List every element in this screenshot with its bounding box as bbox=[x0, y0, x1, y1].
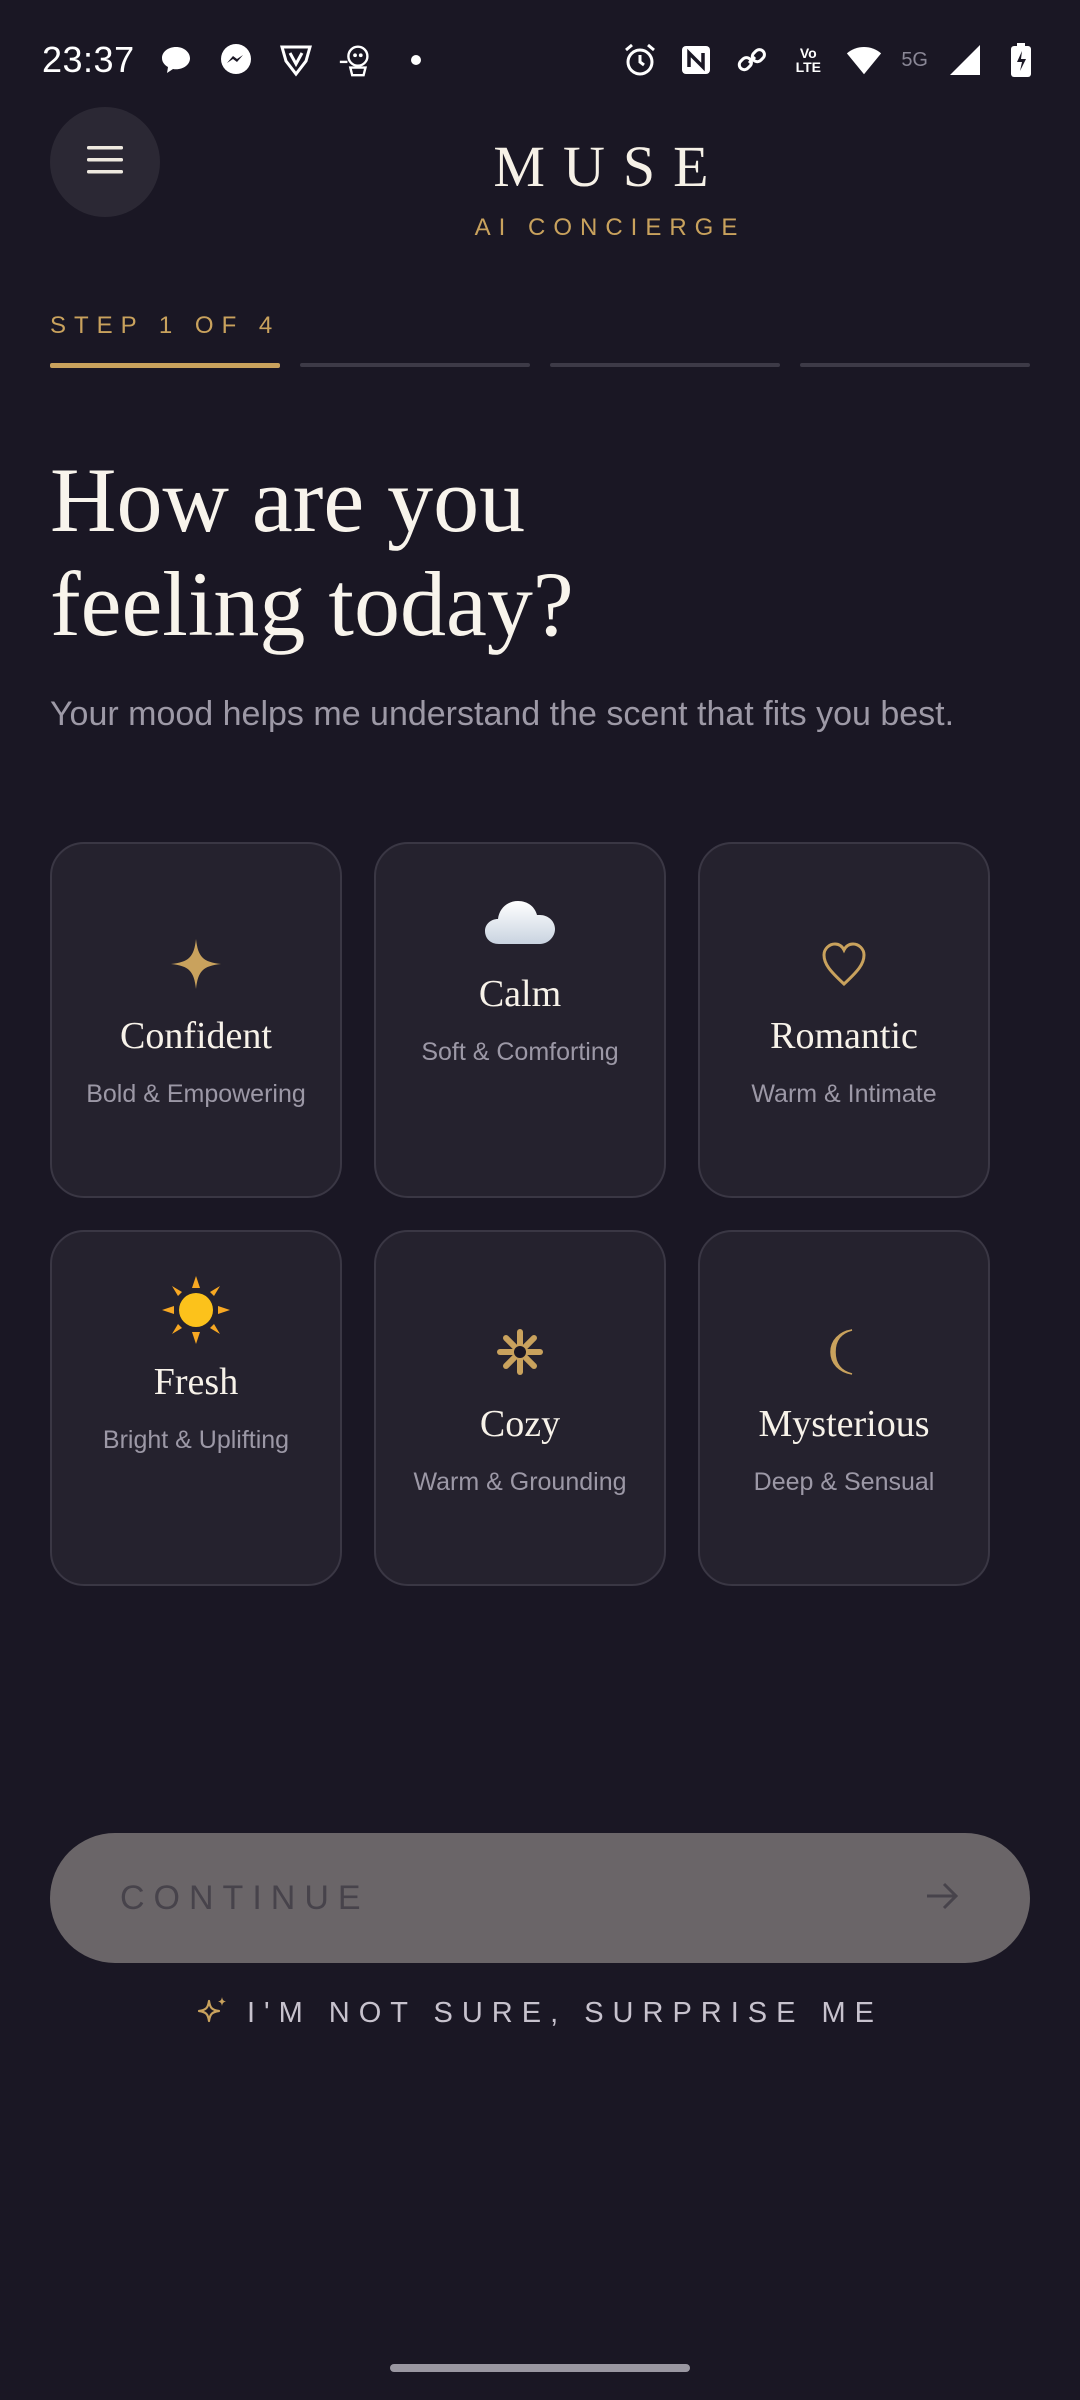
home-indicator[interactable] bbox=[390, 2364, 690, 2372]
status-bar-left: 23:37 bbox=[42, 39, 435, 81]
mascot-icon bbox=[337, 41, 375, 79]
brand-title: MUSE bbox=[493, 134, 727, 199]
progress-segment-3 bbox=[550, 363, 780, 367]
mood-title: Cozy bbox=[479, 1402, 561, 1445]
heart-outline-icon bbox=[820, 932, 868, 996]
mood-card-cozy[interactable]: Cozy Warm & Grounding bbox=[374, 1230, 666, 1586]
mood-description: Bright & Uplifting bbox=[102, 1425, 290, 1454]
app-screen: 23:37 Vo LTE 5G MUSE AI CONCIERGE STEP 1… bbox=[0, 0, 1080, 2400]
sparkles-icon bbox=[197, 1995, 229, 2032]
status-bar: 23:37 Vo LTE 5G bbox=[0, 0, 1080, 120]
nfc-icon bbox=[677, 41, 715, 79]
cloud-icon bbox=[483, 890, 557, 954]
dot-icon bbox=[397, 41, 435, 79]
progress-segment-2 bbox=[300, 363, 530, 367]
mood-description: Warm & Grounding bbox=[413, 1467, 627, 1496]
shield-v-icon bbox=[277, 41, 315, 79]
asterisk-flower-icon bbox=[495, 1320, 545, 1384]
battery-icon bbox=[1002, 41, 1040, 79]
continue-label: CONTINUE bbox=[120, 1878, 370, 1917]
mood-title: Confident bbox=[120, 1014, 272, 1057]
mood-card-fresh[interactable]: Fresh Bright & Uplifting bbox=[50, 1230, 342, 1586]
continue-button[interactable]: CONTINUE bbox=[50, 1833, 1030, 1963]
mood-title: Calm bbox=[478, 972, 562, 1015]
page-title: How are you feeling today? bbox=[50, 448, 950, 656]
progress-segment-1 bbox=[50, 363, 280, 368]
mood-title: Fresh bbox=[153, 1360, 239, 1403]
page-subtitle: Your mood helps me understand the scent … bbox=[50, 695, 955, 733]
mood-card-romantic[interactable]: Romantic Warm & Intimate bbox=[698, 842, 990, 1198]
status-bar-right: Vo LTE 5G bbox=[621, 41, 1040, 79]
volte-icon: Vo LTE bbox=[795, 45, 822, 75]
signal-icon bbox=[946, 41, 984, 79]
progress-segment-4 bbox=[800, 363, 1030, 367]
page-title-line-2: feeling today? bbox=[50, 553, 574, 655]
wifi-icon bbox=[845, 41, 883, 79]
step-progress-bar bbox=[50, 363, 1030, 368]
mood-description: Soft & Comforting bbox=[421, 1037, 619, 1066]
alarm-icon bbox=[621, 41, 659, 79]
messenger-icon bbox=[217, 41, 255, 79]
brand-header: MUSE AI CONCIERGE bbox=[0, 138, 1080, 242]
chat-bubble-icon bbox=[157, 41, 195, 79]
page-title-line-1: How are you bbox=[50, 449, 526, 551]
crescent-moon-icon bbox=[822, 1320, 866, 1384]
mood-grid: Confident Bold & Empowering Calm Soft & … bbox=[50, 842, 990, 1586]
link-icon bbox=[733, 41, 771, 79]
surprise-me-link[interactable]: I'M NOT SURE, SURPRISE ME bbox=[0, 1995, 1080, 2032]
arrow-right-icon bbox=[924, 1881, 960, 1916]
mood-card-calm[interactable]: Calm Soft & Comforting bbox=[374, 842, 666, 1198]
mood-description: Warm & Intimate bbox=[751, 1079, 937, 1108]
mood-description: Deep & Sensual bbox=[753, 1467, 935, 1496]
brand-subtitle: AI CONCIERGE bbox=[474, 214, 746, 241]
four-point-star-icon bbox=[169, 932, 223, 996]
mood-card-confident[interactable]: Confident Bold & Empowering bbox=[50, 842, 342, 1198]
sun-icon bbox=[160, 1275, 232, 1344]
step-indicator-label: STEP 1 OF 4 bbox=[50, 312, 281, 339]
status-time: 23:37 bbox=[42, 39, 135, 80]
surprise-me-label: I'M NOT SURE, SURPRISE ME bbox=[246, 1997, 884, 2029]
mood-title: Romantic bbox=[770, 1014, 918, 1057]
network-type: 5G bbox=[901, 48, 928, 71]
mood-title: Mysterious bbox=[758, 1402, 930, 1445]
mood-description: Bold & Empowering bbox=[86, 1079, 306, 1108]
mood-card-mysterious[interactable]: Mysterious Deep & Sensual bbox=[698, 1230, 990, 1586]
